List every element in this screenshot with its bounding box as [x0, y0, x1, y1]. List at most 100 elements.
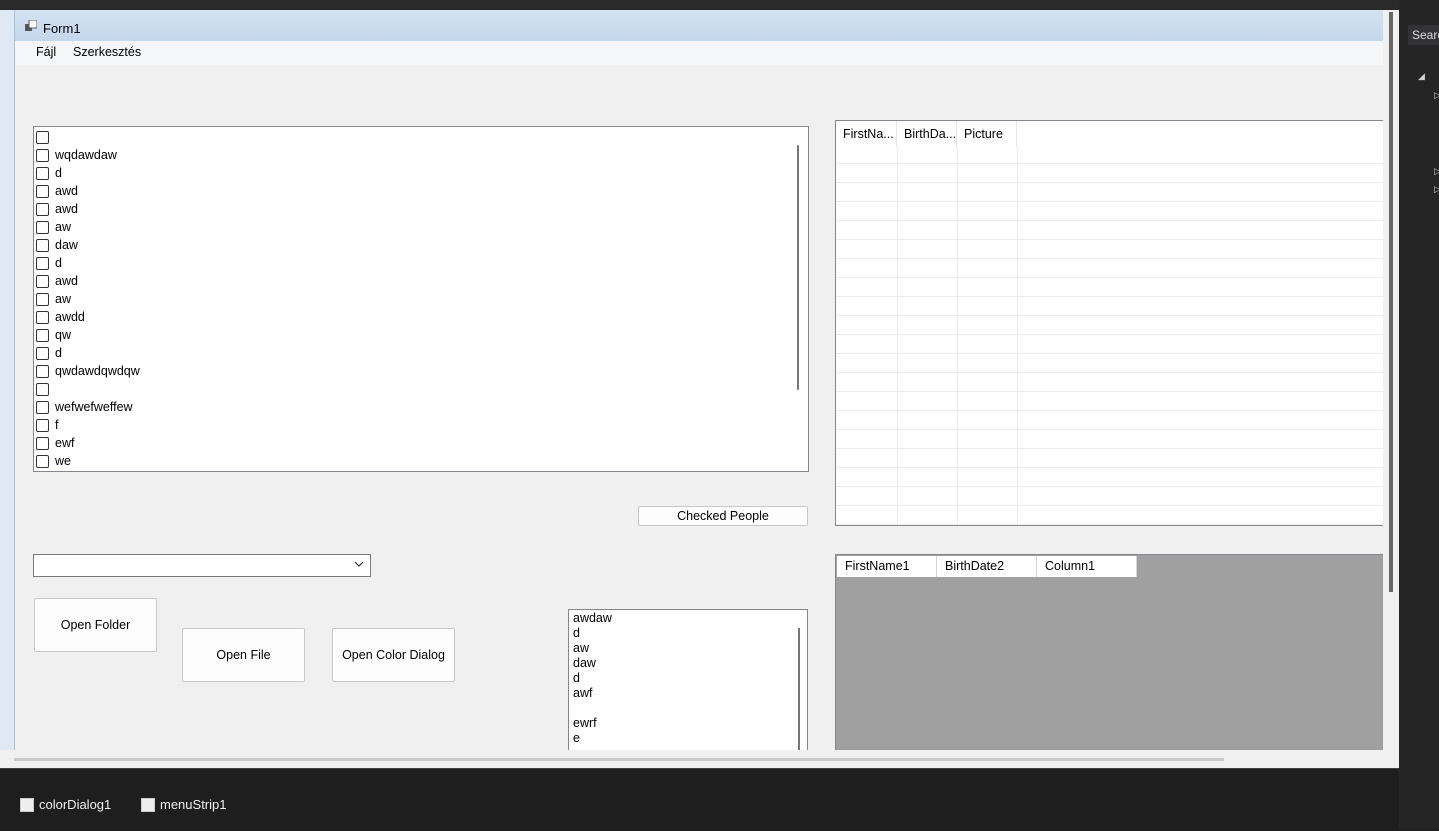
checkbox[interactable]	[36, 202, 49, 216]
list-item[interactable]: daw	[573, 656, 596, 671]
checklist-item[interactable]: f	[36, 416, 58, 434]
checklist-item-label: d	[55, 346, 62, 360]
checkbox[interactable]	[36, 310, 49, 324]
menu-szerkesztes[interactable]: Szerkesztés	[69, 45, 145, 59]
grid-header-birthdate2[interactable]: BirthDate2	[937, 556, 1037, 577]
expand-triangle-icon[interactable]: ◢	[1418, 71, 1425, 82]
form-icon	[25, 20, 37, 31]
list-item[interactable]: ewrf	[573, 716, 597, 731]
list-view[interactable]: FirstNa... BirthDa... Picture	[835, 120, 1383, 526]
list-item[interactable]: e	[573, 731, 580, 746]
checklist-item[interactable]: awd	[36, 272, 78, 290]
listview-row-line	[836, 163, 1383, 164]
window-title: Form1	[43, 21, 81, 36]
checklist-item[interactable]: qwdawdqwdqw	[36, 362, 140, 380]
checklist-item-label: awd	[55, 274, 78, 288]
menu-fajl[interactable]: Fájl	[32, 45, 60, 59]
checkbox[interactable]	[36, 346, 49, 360]
checklist-item[interactable]: awd	[36, 200, 78, 218]
checkbox[interactable]	[36, 382, 49, 396]
checkbox[interactable]	[36, 130, 49, 144]
checkbox[interactable]	[36, 400, 49, 414]
title-bar: Form1	[15, 10, 1383, 41]
checklist-item[interactable]: qw	[36, 326, 71, 344]
checklist-item[interactable]: d	[36, 254, 62, 272]
listview-column-line	[1017, 147, 1018, 525]
checkbox[interactable]	[36, 238, 49, 252]
checkbox[interactable]	[36, 454, 49, 468]
list-item[interactable]: awf	[573, 686, 592, 701]
checklist-item-label: awd	[55, 184, 78, 198]
checklist-item[interactable]	[36, 128, 55, 146]
collapse-triangle-icon[interactable]: ▷	[1434, 166, 1439, 177]
checkbox[interactable]	[36, 274, 49, 288]
checklist-item[interactable]: awdd	[36, 308, 85, 326]
checkbox[interactable]	[36, 292, 49, 306]
grid-header-column1[interactable]: Column1	[1037, 556, 1137, 577]
listview-row-line	[836, 296, 1383, 297]
menu-strip-icon	[141, 797, 155, 812]
checklist-item-label: aw	[55, 220, 71, 234]
checklist-item[interactable]: we	[36, 452, 71, 470]
listview-column-line	[957, 147, 958, 525]
grid-header-firstname1[interactable]: FirstName1	[837, 556, 937, 577]
data-grid-view[interactable]: FirstName1 BirthDate2 Column1	[835, 554, 1383, 750]
checked-people-button[interactable]: Checked People	[638, 506, 808, 526]
checkbox[interactable]	[36, 220, 49, 234]
checked-list-box[interactable]: wqdawdaw d awd awd aw daw d awd aw awdd qw d qwdawdq…	[33, 126, 809, 472]
checklist-item-label: aw	[55, 292, 71, 306]
form1-window: Form1 Fájl Szerkesztés wqdawdaw d awd awd aw…	[14, 10, 1383, 750]
checklist-item[interactable]: wqdawdaw	[36, 146, 117, 164]
listview-header-birthdate[interactable]: BirthDa...	[897, 121, 957, 147]
chevron-down-icon[interactable]	[354, 559, 364, 569]
list-item[interactable]: awdaw	[573, 611, 612, 626]
listview-header-picture[interactable]: Picture	[957, 121, 1017, 147]
designer-horizontal-scrollbar[interactable]	[14, 758, 1224, 761]
listview-header-firstname[interactable]: FirstNa...	[836, 121, 897, 147]
checkbox[interactable]	[36, 184, 49, 198]
collapse-triangle-icon[interactable]: ▷	[1434, 90, 1439, 101]
checklist-item[interactable]: awd	[36, 182, 78, 200]
checklist-item[interactable]: wefwefweffew	[36, 398, 133, 416]
checkbox[interactable]	[36, 148, 49, 162]
open-folder-button[interactable]: Open Folder	[34, 598, 157, 652]
checklist-item-label: d	[55, 256, 62, 270]
list-box[interactable]: awdaw d aw daw d awf ewrf e	[568, 609, 808, 750]
checklist-item[interactable]	[36, 380, 55, 398]
checklist-item-label: qwdawdqwdqw	[55, 364, 140, 378]
tray-menu-strip[interactable]: menuStrip1	[141, 797, 226, 812]
checklist-scrollbar-thumb[interactable]	[797, 145, 799, 390]
listbox-scrollbar-thumb[interactable]	[798, 628, 800, 750]
list-item[interactable]: aw	[573, 641, 589, 656]
checkbox[interactable]	[36, 166, 49, 180]
solution-explorer-panel	[1399, 0, 1439, 830]
checkbox[interactable]	[36, 364, 49, 378]
checklist-item[interactable]: ewf	[36, 434, 74, 452]
designer-vertical-scrollbar[interactable]	[1389, 12, 1393, 592]
checkbox[interactable]	[36, 436, 49, 450]
checklist-item[interactable]: d	[36, 164, 62, 182]
menu-strip: Fájl Szerkesztés	[15, 41, 1383, 65]
checkbox[interactable]	[36, 256, 49, 270]
checklist-item[interactable]: aw	[36, 218, 71, 236]
tray-color-dialog[interactable]: colorDialog1	[20, 797, 111, 812]
search-input[interactable]: Searc	[1408, 25, 1439, 45]
color-dialog-icon	[20, 797, 34, 812]
checklist-item[interactable]: aw	[36, 290, 71, 308]
listview-row-line	[836, 239, 1383, 240]
checkbox[interactable]	[36, 328, 49, 342]
checklist-item-label: wefwefweffew	[55, 400, 133, 414]
list-item[interactable]: d	[573, 626, 580, 641]
open-file-button[interactable]: Open File	[182, 628, 305, 682]
listview-row-line	[836, 201, 1383, 202]
checkbox[interactable]	[36, 418, 49, 432]
combo-box[interactable]	[33, 554, 371, 577]
list-item[interactable]: d	[573, 671, 580, 686]
listview-row-line	[836, 334, 1383, 335]
open-color-dialog-button[interactable]: Open Color Dialog	[332, 628, 455, 682]
checklist-item[interactable]: daw	[36, 236, 78, 254]
collapse-triangle-icon[interactable]: ▷	[1434, 184, 1439, 195]
checklist-item-label: f	[55, 418, 59, 432]
listview-row-line	[836, 505, 1383, 506]
checklist-item[interactable]: d	[36, 344, 62, 362]
